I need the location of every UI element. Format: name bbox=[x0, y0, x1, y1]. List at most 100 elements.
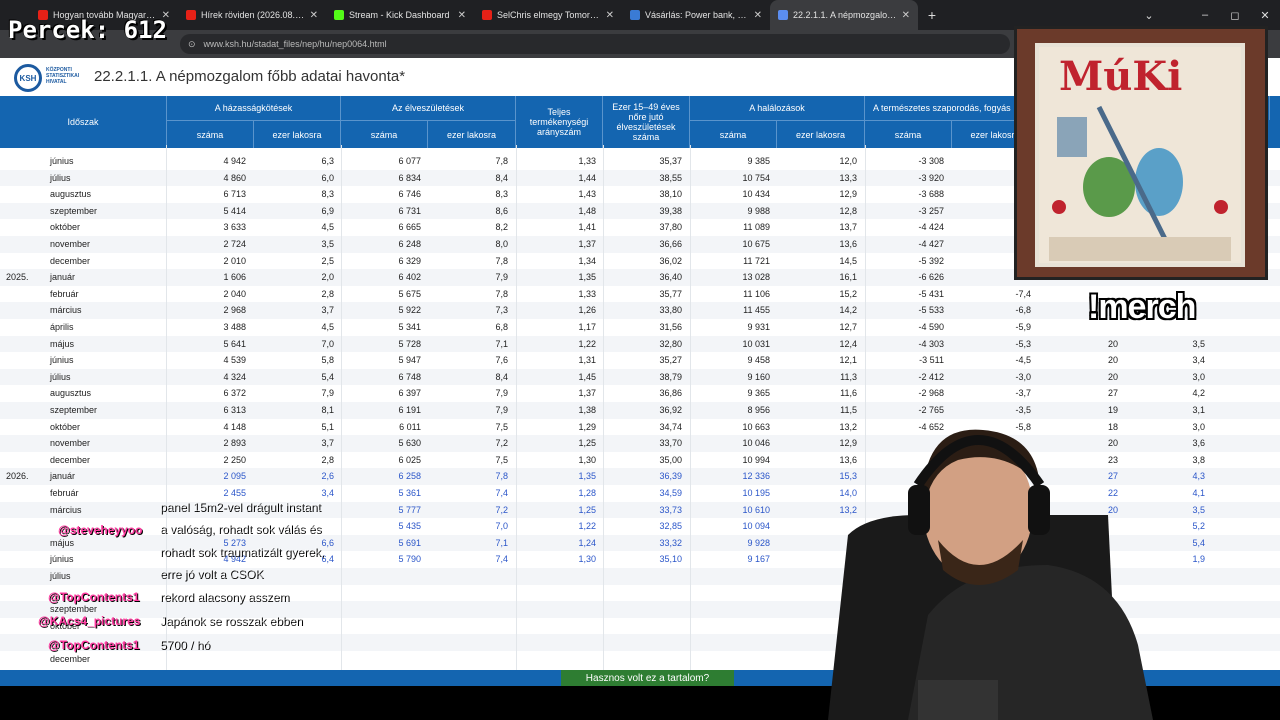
webcam-overlay bbox=[828, 429, 1153, 720]
table-cell: 6 397 bbox=[398, 388, 421, 399]
table-cell: 7,2 bbox=[495, 504, 508, 515]
table-cell: 12,0 bbox=[839, 156, 857, 166]
header-deaths: A halálozások bbox=[690, 96, 865, 120]
table-cell: 33,70 bbox=[659, 438, 682, 449]
table-cell: 38,10 bbox=[659, 189, 682, 200]
helpful-feedback-button[interactable]: Hasznos volt ez a tartalom? bbox=[561, 670, 734, 687]
table-cell: 1,22 bbox=[578, 521, 596, 532]
table-cell: 4,2 bbox=[1192, 388, 1205, 399]
table-cell: 38,79 bbox=[659, 371, 682, 382]
table-cell: 1,31 bbox=[578, 355, 596, 366]
table-cell: 7,5 bbox=[495, 454, 508, 465]
header-marriages: A házasságkötések bbox=[167, 96, 341, 120]
table-cell: 7,9 bbox=[495, 388, 508, 399]
table-cell: 11,3 bbox=[840, 371, 857, 382]
table-cell: 12,8 bbox=[839, 205, 857, 216]
tab-favicon-icon bbox=[186, 10, 196, 20]
table-cell: 3,1 bbox=[1192, 405, 1205, 415]
table-cell: 6,9 bbox=[321, 205, 334, 216]
row-month: március bbox=[50, 504, 82, 515]
headphone-left bbox=[908, 485, 930, 535]
tab-close-icon[interactable]: ✕ bbox=[902, 10, 910, 21]
table-cell: 7,9 bbox=[321, 388, 334, 399]
poster-tower bbox=[1057, 117, 1087, 157]
table-cell: 6 329 bbox=[398, 255, 421, 266]
header-natural-count: száma bbox=[865, 120, 952, 148]
table-cell: 1,29 bbox=[578, 421, 596, 432]
table-cell: 5 728 bbox=[398, 338, 421, 349]
browser-tab[interactable]: Hírek röviden (2026.08. 05.): hó ✕ bbox=[178, 0, 326, 30]
table-cell: -4 427 bbox=[918, 239, 944, 249]
table-cell: 8,0 bbox=[495, 239, 508, 249]
table-cell: 3,5 bbox=[1192, 338, 1205, 349]
row-month: december bbox=[50, 255, 91, 266]
table-cell: 1,34 bbox=[578, 255, 596, 266]
timer-overlay: Percek: 612 bbox=[8, 16, 167, 44]
browser-tab[interactable]: SelChris elmegy Tomorrowland ✕ bbox=[474, 0, 622, 30]
table-cell: 36,02 bbox=[659, 255, 682, 266]
table-cell: 5 414 bbox=[223, 205, 246, 216]
tab-close-icon[interactable]: ✕ bbox=[606, 10, 614, 21]
table-cell: 6 313 bbox=[223, 405, 246, 415]
table-cell: 8,3 bbox=[321, 189, 334, 200]
row-month: január bbox=[50, 272, 76, 283]
table-cell: 13,6 bbox=[839, 239, 857, 249]
tab-close-icon[interactable]: ✕ bbox=[458, 10, 466, 21]
table-cell: 36,39 bbox=[659, 471, 682, 482]
ksh-logo[interactable]: KSH bbox=[14, 64, 42, 92]
site-info-icon[interactable]: ⊙ bbox=[188, 39, 196, 50]
table-cell: 7,8 bbox=[495, 288, 508, 299]
table-cell: -4,5 bbox=[1015, 355, 1031, 366]
table-cell: 10 434 bbox=[742, 189, 770, 200]
table-cell: 14,5 bbox=[839, 255, 857, 266]
table-cell: -4 590 bbox=[918, 322, 944, 332]
table-cell: 9 988 bbox=[747, 205, 770, 216]
table-cell: 1,35 bbox=[578, 272, 596, 283]
row-month: január bbox=[50, 471, 76, 482]
table-cell: -3 920 bbox=[918, 172, 944, 183]
table-cell: 3,7 bbox=[321, 305, 334, 316]
poster-flame bbox=[1052, 200, 1066, 214]
table-cell: 5,1 bbox=[321, 421, 334, 432]
table-cell: 2,8 bbox=[321, 454, 334, 465]
table-cell: 16,1 bbox=[839, 272, 857, 283]
header-period: Időszak bbox=[0, 96, 167, 148]
table-cell: 6 025 bbox=[398, 454, 421, 465]
browser-tab[interactable]: Vásárlás: Power bank, külső akk ✕ bbox=[622, 0, 770, 30]
table-cell: 9 458 bbox=[747, 355, 770, 366]
tab-close-icon[interactable]: ✕ bbox=[754, 10, 762, 21]
table-cell: 9 928 bbox=[747, 537, 770, 548]
table-cell: 31,56 bbox=[659, 322, 682, 332]
new-tab-button[interactable]: + bbox=[918, 7, 946, 23]
row-month: október bbox=[50, 421, 81, 432]
tab-label: Stream - Kick Dashboard bbox=[349, 10, 450, 20]
table-cell: -6,8 bbox=[1015, 305, 1031, 316]
header-births-rate: ezer lakosra bbox=[428, 120, 516, 148]
table-cell: 2 968 bbox=[223, 305, 246, 316]
table-cell: 7,5 bbox=[495, 421, 508, 432]
table-cell: 35,37 bbox=[659, 156, 682, 166]
table-cell: 3,4 bbox=[321, 488, 334, 498]
table-cell: 9 167 bbox=[747, 554, 770, 565]
row-month: december bbox=[50, 654, 91, 664]
row-year: 2025. bbox=[6, 272, 29, 283]
table-cell: -4 303 bbox=[918, 338, 944, 349]
table-cell: 8,4 bbox=[495, 371, 508, 382]
column-divider bbox=[690, 145, 691, 670]
table-cell: 1,48 bbox=[578, 205, 596, 216]
row-month: december bbox=[50, 454, 91, 465]
browser-tab[interactable]: Stream - Kick Dashboard ✕ bbox=[326, 0, 474, 30]
table-cell: 2,5 bbox=[321, 255, 334, 266]
table-cell: 3,0 bbox=[1192, 371, 1205, 382]
table-cell: 7,0 bbox=[495, 521, 508, 532]
table-cell: 6 258 bbox=[398, 471, 421, 482]
table-cell: 10 675 bbox=[742, 239, 770, 249]
tab-close-icon[interactable]: ✕ bbox=[310, 10, 318, 21]
url-field[interactable]: ⊙ www.ksh.hu/stadat_files/nep/hu/nep0064… bbox=[180, 34, 1010, 54]
table-cell: 2 893 bbox=[223, 438, 246, 449]
chat-message: a valóság, rohadt sok válás és bbox=[160, 522, 322, 536]
browser-tab[interactable]: 22.2.1.1. A népmozgalom főbb ✕ bbox=[770, 0, 918, 30]
table-cell: 12 336 bbox=[742, 471, 770, 482]
table-cell: 33,80 bbox=[659, 305, 682, 316]
poster-frame: MúKi bbox=[1035, 43, 1245, 267]
